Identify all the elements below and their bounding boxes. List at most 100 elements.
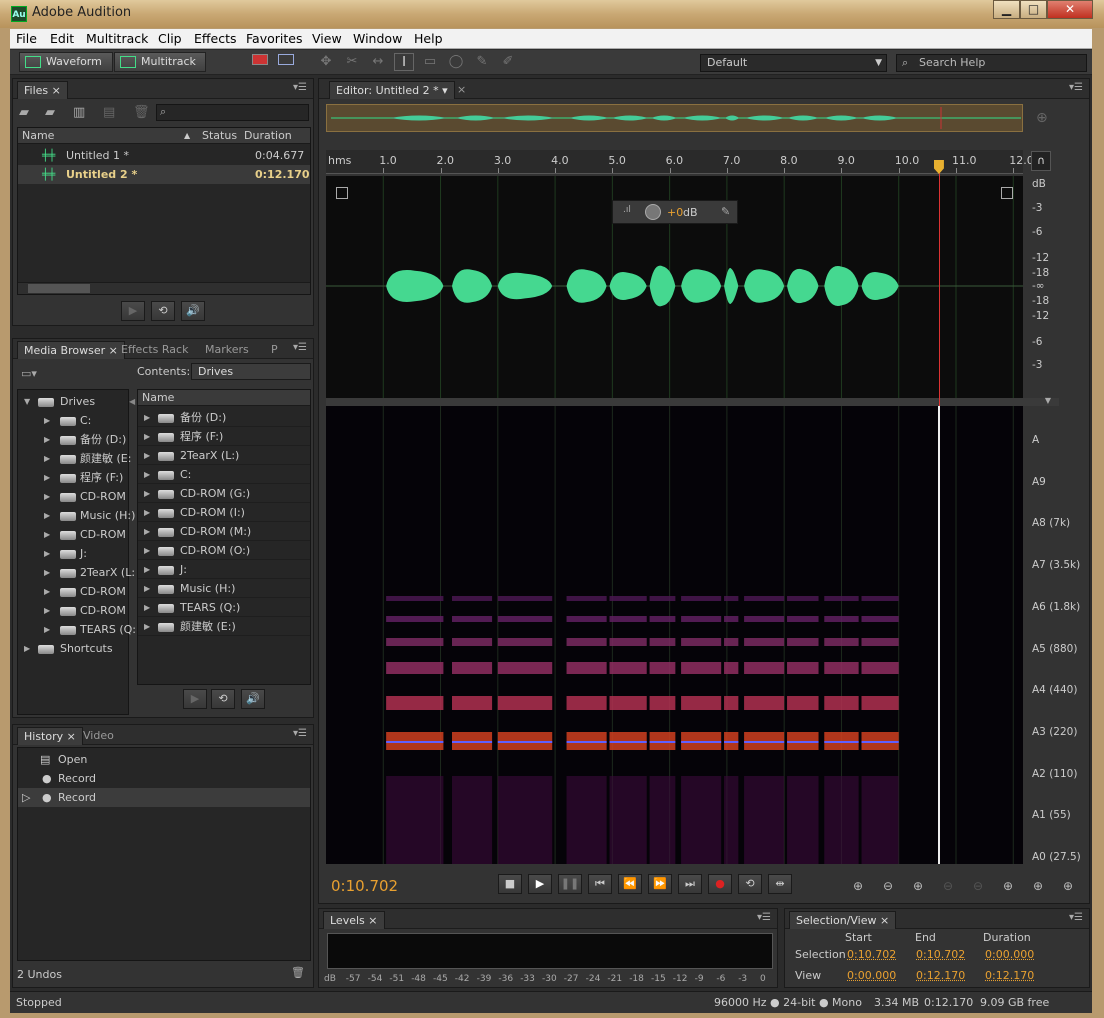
- menu-favorites[interactable]: Favorites: [246, 31, 302, 46]
- history-item-current[interactable]: ▷ ● Record: [18, 788, 310, 807]
- menu-multitrack[interactable]: Multitrack: [86, 31, 148, 46]
- fade-out-handle[interactable]: [1001, 187, 1013, 199]
- selection-duration[interactable]: 0:00.000: [985, 948, 1034, 961]
- drive-list-item[interactable]: ▶ TEARS (Q:): [138, 598, 310, 617]
- tab-files[interactable]: Files ×: [17, 81, 68, 99]
- expand-right-icon[interactable]: ▶: [44, 468, 50, 487]
- expand-right-icon[interactable]: ▶: [44, 601, 50, 620]
- tree-item[interactable]: ▶ 程序 (F:): [18, 468, 128, 487]
- zoom-out-amplitude-icon[interactable]: ⊖: [876, 876, 900, 896]
- panel-menu-icon[interactable]: ▾☰: [293, 342, 307, 353]
- drive-list-item[interactable]: ▶ CD-ROM (G:): [138, 484, 310, 503]
- scroll-thumb[interactable]: [28, 284, 90, 293]
- zoom-fit-icon[interactable]: ⊕: [1056, 876, 1080, 896]
- view-duration[interactable]: 0:12.170: [985, 969, 1034, 982]
- skip-selection-button[interactable]: ⇹: [768, 874, 792, 894]
- view-start[interactable]: 0:00.000: [847, 969, 896, 982]
- go-to-start-button[interactable]: ⏮: [588, 874, 612, 894]
- rewind-button[interactable]: ⏪: [618, 874, 642, 894]
- file-row[interactable]: ╪╪ Untitled 1 * 0:04.677: [18, 146, 310, 165]
- zoom-out-time-icon[interactable]: ⊖: [936, 876, 960, 896]
- tree-item[interactable]: ▶ 2TearX (L:: [18, 563, 135, 582]
- column-name[interactable]: Name: [22, 128, 54, 144]
- tree-item[interactable]: ▶ Music (H:): [18, 506, 135, 525]
- drive-list-item[interactable]: ▶ 程序 (F:): [138, 427, 310, 446]
- search-help-input[interactable]: ⌕ Search Help: [896, 54, 1087, 72]
- expand-right-icon[interactable]: ▶: [144, 598, 150, 617]
- lasso-tool-icon[interactable]: ◯: [446, 53, 466, 71]
- drive-list-item[interactable]: ▶ 备份 (D:): [138, 408, 310, 427]
- tree-item[interactable]: ▶ CD-ROM: [18, 601, 128, 620]
- drive-list-item[interactable]: ▶ Music (H:): [138, 579, 310, 598]
- tab-history[interactable]: History ×: [17, 727, 83, 745]
- multitrack-view-button[interactable]: Multitrack: [114, 52, 206, 72]
- play-preview-button[interactable]: ▶: [183, 689, 207, 709]
- column-status[interactable]: Status: [202, 128, 237, 144]
- tab-properties[interactable]: P: [265, 341, 284, 359]
- tree-item[interactable]: ▶ CD-ROM: [18, 582, 128, 601]
- selection-start[interactable]: 0:10.702: [847, 948, 896, 961]
- tab-media-browser[interactable]: Media Browser ×: [17, 341, 125, 359]
- zoom-in-time-icon[interactable]: ⊕: [906, 876, 930, 896]
- auto-play-button[interactable]: 🔊: [241, 689, 265, 709]
- menu-clip[interactable]: Clip: [158, 31, 182, 46]
- expand-right-icon[interactable]: ▶: [144, 446, 150, 465]
- trash-icon[interactable]: 🗑: [133, 105, 150, 120]
- current-time-display[interactable]: 0:10.702: [331, 877, 398, 895]
- time-selection-tool-icon[interactable]: I: [394, 53, 414, 71]
- spectral-splitter[interactable]: ▼: [326, 396, 1059, 406]
- drive-list-item[interactable]: ▶ J:: [138, 560, 310, 579]
- gain-knob[interactable]: [645, 204, 661, 220]
- zoom-in-point-icon[interactable]: ⊕: [996, 876, 1020, 896]
- maximize-button[interactable]: □: [1020, 0, 1047, 19]
- column-duration[interactable]: Duration: [244, 128, 292, 144]
- zoom-in-amplitude-icon[interactable]: ⊕: [846, 876, 870, 896]
- files-search-input[interactable]: ⌕: [156, 104, 309, 121]
- record-button[interactable]: ●: [708, 874, 732, 894]
- tree-item[interactable]: ▶ 颜建敏 (E:: [18, 449, 131, 468]
- tab-selection-view[interactable]: Selection/View ×: [789, 911, 897, 929]
- open-file-icon[interactable]: ▰: [19, 105, 29, 120]
- tree-item[interactable]: ▶ C:: [18, 411, 128, 430]
- selection-end[interactable]: 0:10.702: [916, 948, 965, 961]
- expand-right-icon[interactable]: ▶: [24, 639, 30, 658]
- panel-menu-icon[interactable]: ▾☰: [293, 728, 307, 739]
- drive-menu-icon[interactable]: ▭▾: [21, 367, 37, 380]
- tab-markers[interactable]: Markers: [199, 341, 255, 359]
- expand-right-icon[interactable]: ▶: [144, 503, 150, 522]
- history-item[interactable]: ▤ Open: [18, 750, 310, 769]
- overview-strip[interactable]: [326, 104, 1023, 132]
- menu-help[interactable]: Help: [414, 31, 443, 46]
- marquee-tool-icon[interactable]: ▭: [420, 53, 440, 71]
- drive-list-item[interactable]: ▶ CD-ROM (M:): [138, 522, 310, 541]
- loop-preview-button[interactable]: ⟲: [151, 301, 175, 321]
- expand-right-icon[interactable]: ▶: [44, 620, 50, 639]
- expand-right-icon[interactable]: ▶: [144, 579, 150, 598]
- history-item[interactable]: ● Record: [18, 769, 310, 788]
- expand-right-icon[interactable]: ▶: [44, 430, 50, 449]
- razor-tool-icon[interactable]: ✂: [342, 53, 362, 71]
- expand-right-icon[interactable]: ▶: [44, 582, 50, 601]
- tab-levels[interactable]: Levels ×: [323, 911, 385, 929]
- auto-play-button[interactable]: 🔊: [181, 301, 205, 321]
- spot-healing-icon[interactable]: ✐: [498, 53, 518, 71]
- panel-menu-icon[interactable]: ▾☰: [1069, 912, 1083, 923]
- drive-list-item[interactable]: ▶ CD-ROM (O:): [138, 541, 310, 560]
- tree-item[interactable]: ▶ TEARS (Q:: [18, 620, 136, 639]
- expand-down-icon[interactable]: ▼: [24, 392, 30, 411]
- drive-list-item[interactable]: ▶ 2TearX (L:): [138, 446, 310, 465]
- tree-item[interactable]: ▶ 备份 (D:): [18, 430, 128, 449]
- expand-right-icon[interactable]: ▶: [144, 560, 150, 579]
- tree-item[interactable]: ▶ CD-ROM: [18, 525, 128, 544]
- gain-value[interactable]: +0: [667, 206, 683, 219]
- zoom-navigator-icon[interactable]: ⊕: [1036, 110, 1048, 126]
- play-button[interactable]: ▶: [528, 874, 552, 894]
- brush-tool-icon[interactable]: ✎: [472, 53, 492, 71]
- expand-right-icon[interactable]: ▶: [44, 449, 50, 468]
- file-row-selected[interactable]: ╪╪ Untitled 2 * 0:12.170: [18, 165, 310, 184]
- spectral-display[interactable]: [326, 406, 1023, 864]
- move-tool-icon[interactable]: ✥: [316, 53, 336, 71]
- menu-file[interactable]: File: [16, 31, 37, 46]
- loop-preview-button[interactable]: ⟲: [211, 689, 235, 709]
- column-name[interactable]: Name: [142, 390, 174, 406]
